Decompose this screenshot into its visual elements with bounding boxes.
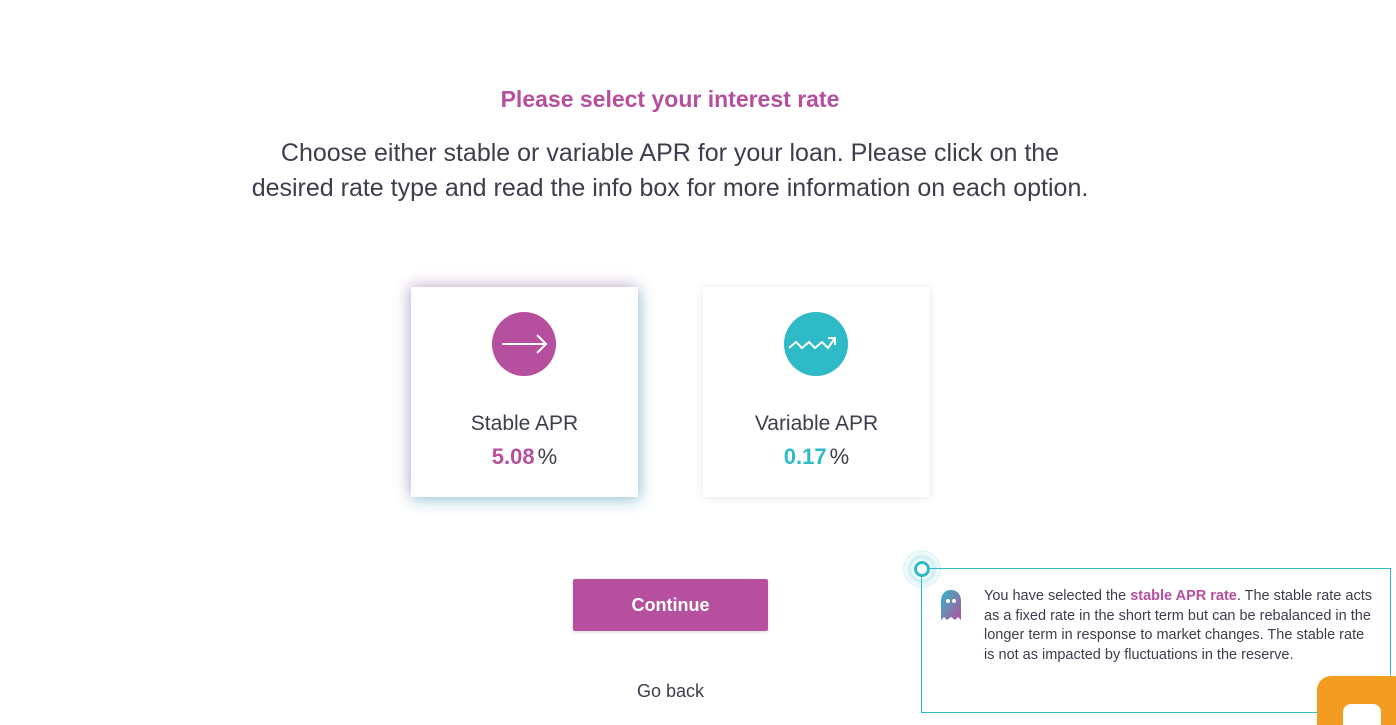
variable-apr-value: 0.17 bbox=[783, 444, 827, 469]
go-back-link[interactable]: Go back bbox=[573, 681, 768, 702]
page-title: Please select your interest rate bbox=[500, 86, 840, 112]
ghost-icon bbox=[939, 587, 963, 625]
info-dot-icon bbox=[914, 561, 930, 577]
stable-apr-label: Stable APR bbox=[470, 412, 579, 435]
info-text: You have selected the stable APR rate. T… bbox=[984, 587, 1374, 665]
stable-apr-card[interactable]: Stable APR 5.08% bbox=[411, 287, 638, 497]
stable-apr-value: 5.08 bbox=[491, 444, 535, 469]
variable-apr-label: Variable APR bbox=[754, 412, 879, 435]
stable-apr-unit: % bbox=[537, 444, 558, 469]
stable-apr-rate: 5.08% bbox=[411, 444, 638, 470]
variable-apr-card[interactable]: Variable APR 0.17% bbox=[703, 287, 930, 497]
page-subtitle: Choose either stable or variable APR for… bbox=[251, 139, 1089, 202]
variable-apr-rate: 0.17% bbox=[703, 444, 930, 470]
info-text-prefix: You have selected the bbox=[984, 588, 1131, 604]
continue-button[interactable]: Continue bbox=[573, 579, 768, 631]
trend-wave-icon bbox=[784, 312, 848, 376]
page: Please select your interest rate Choose … bbox=[0, 0, 1396, 725]
chat-bubble-icon bbox=[1343, 704, 1381, 725]
variable-apr-unit: % bbox=[829, 444, 850, 469]
info-text-highlight: stable APR rate bbox=[1130, 588, 1237, 604]
arrow-right-icon bbox=[492, 312, 556, 376]
chat-widget-button[interactable] bbox=[1317, 676, 1396, 725]
